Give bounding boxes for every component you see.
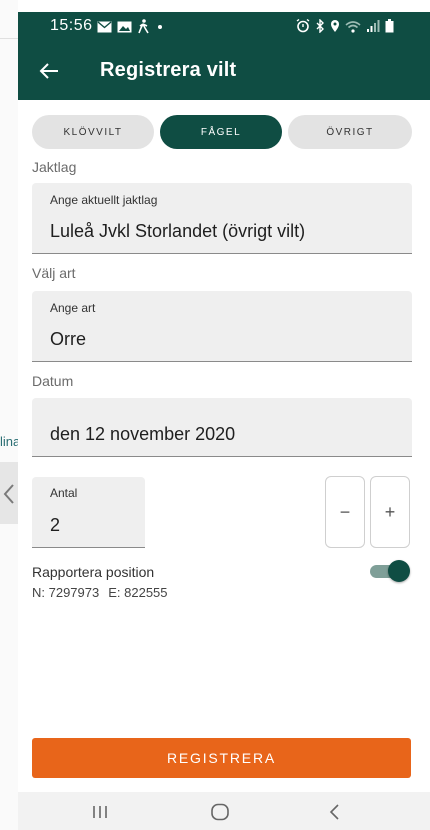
jaktlag-field-label: Ange aktuellt jaktlag (50, 193, 158, 207)
battery-icon (385, 19, 394, 33)
datum-field[interactable]: den 12 november 2020 (32, 398, 412, 457)
system-nav-bar (18, 792, 430, 830)
increment-button[interactable]: + (370, 476, 410, 548)
datum-section-label: Datum (32, 373, 74, 389)
antal-field-label: Antal (50, 486, 78, 500)
background-top-strip (18, 0, 430, 12)
background-text: lina (0, 434, 18, 449)
art-field-label: Ange art (50, 301, 96, 315)
back-button[interactable] (34, 56, 64, 86)
back-icon (329, 804, 339, 820)
location-icon (331, 20, 339, 32)
status-left-icons (97, 19, 165, 34)
antal-field[interactable]: Antal 2 (32, 477, 145, 548)
report-position-label: Rapportera position (32, 564, 155, 580)
toggle-thumb (388, 560, 410, 582)
status-bar: 15:56 (18, 12, 430, 42)
status-right-icons (296, 19, 394, 33)
background-panel (0, 0, 18, 830)
coordinate-east: E: 822555 (108, 585, 168, 600)
status-time: 15:56 (50, 17, 93, 34)
recent-apps-icon (93, 806, 107, 818)
tab-ovrigt[interactable]: ÖVRIGT (288, 115, 412, 149)
page-title: Registrera vilt (100, 59, 237, 81)
bluetooth-icon (316, 19, 324, 33)
art-field[interactable]: Ange art Orre (32, 291, 412, 362)
register-button[interactable]: REGISTRERA (32, 738, 411, 778)
tab-fagel[interactable]: FÅGEL (160, 115, 282, 149)
jaktlag-field[interactable]: Ange aktuellt jaktlag Luleå Jvkl Storlan… (32, 183, 412, 254)
chevron-left-icon (3, 483, 15, 510)
nav-back-button[interactable] (314, 798, 354, 826)
home-icon (211, 803, 229, 821)
arrow-left-icon (39, 63, 58, 79)
jaktlag-field-value: Luleå Jvkl Storlandet (övrigt vilt) (50, 221, 306, 241)
art-section-label: Välj art (32, 265, 76, 281)
decrement-button[interactable]: − (325, 476, 365, 548)
antal-field-value: 2 (50, 515, 61, 535)
recent-apps-button[interactable] (80, 798, 120, 826)
home-button[interactable] (200, 798, 240, 826)
mail-icon (97, 20, 112, 32)
walking-icon (138, 19, 149, 34)
signal-icon (367, 19, 380, 32)
coordinate-north: N: 7297973 (32, 585, 100, 600)
position-coordinates: N: 7297973 E: 822555 (32, 585, 168, 600)
image-icon (117, 21, 132, 32)
app-bar: Registrera vilt (18, 42, 430, 100)
dot-icon (158, 24, 162, 29)
alarm-icon (296, 19, 310, 33)
datum-field-value: den 12 november 2020 (50, 424, 236, 444)
background-divider (0, 38, 18, 39)
jaktlag-section-label: Jaktlag (32, 159, 77, 175)
art-field-value: Orre (50, 329, 86, 349)
phone-screen: 15:56 Registrera vilt KLÖVVILT FÅGEL ÖVR… (18, 12, 430, 830)
wifi-icon (345, 20, 361, 33)
report-position-toggle[interactable] (368, 560, 410, 582)
tab-klovvilt[interactable]: KLÖVVILT (32, 115, 154, 149)
